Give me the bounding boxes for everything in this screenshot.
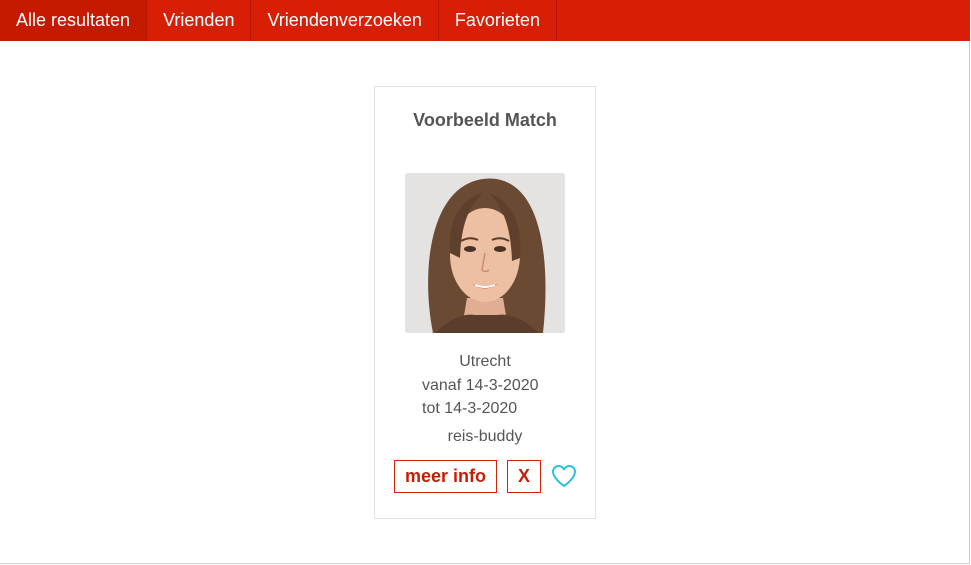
match-city: Utrecht <box>459 353 511 370</box>
heart-icon[interactable] <box>551 464 577 488</box>
tab-favorieten[interactable]: Favorieten <box>439 0 557 41</box>
top-nav: Alle resultaten Vrienden Vriendenverzoek… <box>0 0 970 41</box>
match-card: Voorbeeld Match Utrecht vanaf 14-3-2020 … <box>374 86 596 519</box>
tab-vriendenverzoeken[interactable]: Vriendenverzoeken <box>251 0 439 41</box>
match-title: Voorbeeld Match <box>413 110 557 130</box>
tab-vrienden[interactable]: Vrienden <box>147 0 252 41</box>
match-date-to: tot 14-3-2020 <box>422 400 518 417</box>
reject-button[interactable]: X <box>507 460 541 493</box>
match-type: reis-buddy <box>447 428 523 445</box>
profile-photo <box>405 173 565 333</box>
match-date-from: vanaf 14-3-2020 <box>422 377 539 394</box>
more-info-button[interactable]: meer info <box>394 460 497 493</box>
tab-alle-resultaten[interactable]: Alle resultaten <box>0 0 148 41</box>
